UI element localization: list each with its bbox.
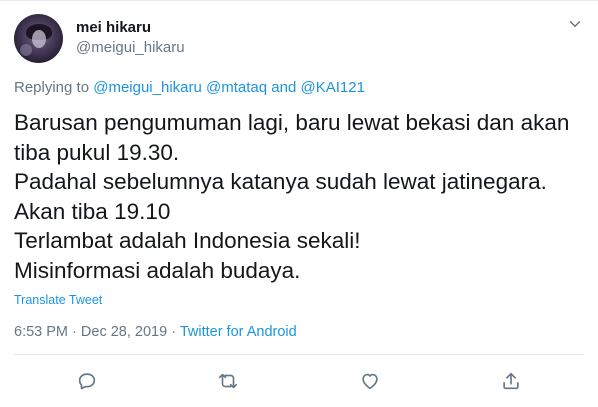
mention-link[interactable]: @meigui_hikaru: [93, 79, 202, 96]
mention-link[interactable]: @mtataq: [206, 79, 267, 96]
share-icon[interactable]: [500, 370, 524, 394]
translate-tweet-link[interactable]: Translate Tweet: [14, 293, 102, 307]
tweet-text-line: tiba pukul 19.30.: [14, 139, 180, 165]
tweet-text-line: Terlambat adalah Indonesia sekali!: [14, 228, 361, 254]
tweet-text-line: Barusan pengumuman lagi, baru lewat beka…: [14, 110, 570, 135]
avatar-highlight: [20, 44, 32, 56]
replying-to: Replying to @meigui_hikaru @mtataq and @…: [14, 79, 365, 96]
tweet-card: mei hikaru @meigui_hikaru Replying to @m…: [0, 0, 598, 407]
reply-icon[interactable]: [76, 370, 100, 394]
tweet-text-line: Padahal sebelumnya katanya sudah lewat j…: [14, 169, 547, 195]
avatar[interactable]: [14, 14, 63, 63]
mention-link[interactable]: @KAI121: [300, 79, 364, 96]
avatar-face: [32, 30, 46, 48]
tweet-time[interactable]: 6:53 PM: [14, 324, 68, 340]
user-handle[interactable]: @meigui_hikaru: [76, 39, 185, 56]
tweet-text-line: Akan tiba 19.10: [14, 198, 171, 224]
retweet-icon[interactable]: [217, 370, 241, 394]
divider: [14, 354, 584, 355]
meta-separator: ·: [171, 324, 177, 340]
tweet-source[interactable]: Twitter for Android: [180, 324, 297, 340]
meta-separator: ·: [72, 324, 77, 340]
replying-to-label: Replying to: [14, 79, 90, 96]
tweet-text: Barusan pengumuman lagi, baru lewat beka…: [14, 108, 589, 286]
display-name[interactable]: mei hikaru: [76, 19, 151, 36]
tweet-date[interactable]: Dec 28, 2019: [81, 324, 167, 340]
tweet-text-line: Misinformasi adalah budaya.: [14, 257, 301, 283]
like-icon[interactable]: [359, 370, 383, 394]
more-options-chevron-down-icon[interactable]: [566, 15, 584, 33]
mention-conjunction[interactable]: and: [271, 79, 296, 96]
tweet-metadata: 6:53 PM · Dec 28, 2019 · Twitter for And…: [14, 324, 297, 340]
